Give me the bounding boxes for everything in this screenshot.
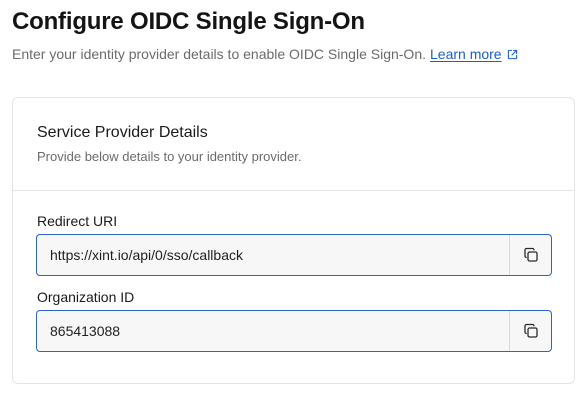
copy-redirect-uri-button[interactable]	[509, 235, 551, 275]
service-provider-card: Service Provider Details Provide below d…	[12, 97, 575, 384]
organization-id-field[interactable]: 865413088	[36, 310, 552, 352]
external-link-icon	[507, 49, 517, 59]
organization-id-value[interactable]: 865413088	[37, 311, 509, 351]
learn-more-label: Learn more	[430, 46, 502, 62]
redirect-uri-field[interactable]: https://xint.io/api/0/sso/callback	[36, 234, 552, 276]
page-title: Configure OIDC Single Sign-On	[12, 8, 365, 35]
redirect-uri-label: Redirect URI	[37, 213, 118, 229]
page-subtitle: Enter your identity provider details to …	[12, 46, 518, 62]
learn-more-link[interactable]: Learn more	[430, 46, 518, 62]
copy-icon	[523, 323, 538, 338]
card-description: Provide below details to your identity p…	[37, 149, 302, 164]
page: Configure OIDC Single Sign-On Enter your…	[0, 0, 586, 396]
redirect-uri-value[interactable]: https://xint.io/api/0/sso/callback	[37, 235, 509, 275]
card-header: Service Provider Details Provide below d…	[13, 98, 574, 191]
subtitle-text: Enter your identity provider details to …	[12, 46, 426, 62]
copy-icon	[523, 247, 538, 262]
copy-organization-id-button[interactable]	[509, 311, 551, 351]
card-title: Service Provider Details	[37, 124, 208, 141]
organization-id-label: Organization ID	[37, 289, 135, 305]
